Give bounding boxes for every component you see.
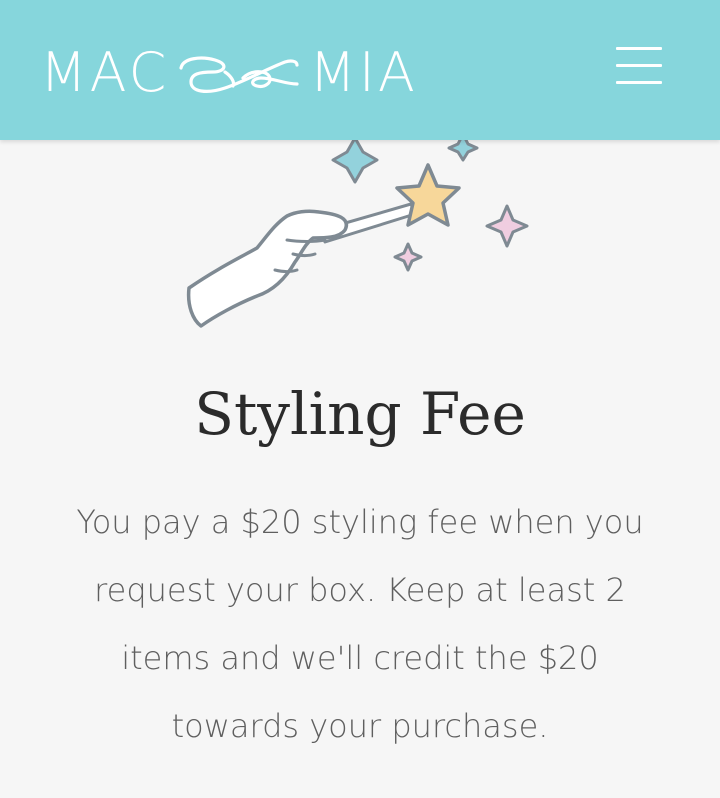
logo-text-left: MAC [40, 41, 170, 104]
hand-with-magic-wand-illustration [186, 132, 529, 328]
sparkle-icon [393, 242, 423, 272]
brand-logo[interactable]: MAC MIA [40, 41, 418, 104]
sparkle-icon [485, 204, 529, 248]
site-header: MAC MIA [0, 0, 720, 140]
section-description: You pay a $20 styling fee when you reque… [76, 503, 644, 745]
hamburger-menu-icon[interactable] [610, 40, 668, 90]
section-title: Styling Fee [194, 380, 526, 448]
hand-outline [186, 209, 349, 328]
sparkle-icon [331, 136, 379, 184]
logo-text-right: MIA [309, 41, 418, 104]
ampersand-icon [179, 56, 299, 93]
